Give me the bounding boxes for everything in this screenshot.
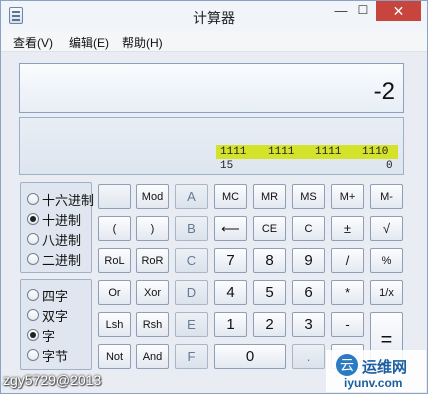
- digit-7-key[interactable]: 7: [214, 248, 247, 273]
- ms-key[interactable]: MS: [292, 184, 325, 209]
- radio-label: 字: [42, 328, 56, 344]
- reciprocal-key[interactable]: 1/x: [370, 280, 403, 305]
- divide-key[interactable]: /: [331, 248, 364, 273]
- radio-byte[interactable]: 字节: [27, 347, 69, 364]
- menu-bar: 查看(V) 编辑(E) 帮助(H): [1, 31, 427, 52]
- title-bar: 计算器 — ☐ ✕: [1, 1, 427, 31]
- or-key[interactable]: Or: [98, 280, 131, 305]
- logo-url: iyunv.com: [344, 376, 403, 390]
- digit-9-key[interactable]: 9: [292, 248, 325, 273]
- m-minus-key[interactable]: M-: [370, 184, 403, 209]
- ror-key[interactable]: RoR: [136, 248, 169, 273]
- digit-5-key[interactable]: 5: [253, 280, 286, 305]
- digit-1-key[interactable]: 1: [214, 312, 247, 337]
- watermark-logo: 云 运维网 iyunv.com: [326, 350, 426, 392]
- sqrt-key[interactable]: √: [370, 216, 403, 241]
- backspace-key[interactable]: ⟵: [214, 216, 247, 241]
- hex-d-key[interactable]: D: [175, 280, 208, 305]
- percent-key[interactable]: %: [370, 248, 403, 273]
- radio-label: 十六进制: [42, 192, 95, 208]
- number-base-group: 十六进制 十进制 八进制 二进制: [20, 182, 95, 273]
- radio-dword[interactable]: 双字: [27, 307, 69, 324]
- hex-e-key[interactable]: E: [175, 312, 208, 337]
- radio-circle-icon: [27, 309, 39, 321]
- m-plus-key[interactable]: M+: [331, 184, 364, 209]
- result-display: -2: [19, 63, 404, 113]
- left-paren-key[interactable]: (: [98, 216, 131, 241]
- blank-key: [98, 184, 131, 209]
- binary-group: 1111: [268, 146, 295, 158]
- radio-label: 四字: [42, 288, 69, 304]
- menu-edit[interactable]: 编辑(E): [69, 34, 109, 51]
- xor-key[interactable]: Xor: [136, 280, 169, 305]
- radio-label: 八进制: [42, 232, 82, 248]
- rol-key[interactable]: RoL: [98, 248, 131, 273]
- close-button[interactable]: ✕: [376, 1, 421, 21]
- subtract-key[interactable]: -: [331, 312, 364, 337]
- binary-bits-panel: 1111 1111 1111 1110 15 0: [19, 117, 404, 175]
- minimize-button[interactable]: —: [330, 1, 352, 21]
- radio-circle-icon: [27, 253, 39, 265]
- watermark-text: zgy5729@2013: [3, 372, 102, 388]
- maximize-button[interactable]: ☐: [352, 1, 374, 21]
- mc-key[interactable]: MC: [214, 184, 247, 209]
- calculator-window: 计算器 — ☐ ✕ 查看(V) 编辑(E) 帮助(H) -2 1111 1111…: [0, 0, 428, 394]
- radio-circle-icon: [27, 349, 39, 361]
- radio-qword[interactable]: 四字: [27, 287, 69, 304]
- radio-bin[interactable]: 二进制: [27, 251, 82, 268]
- radio-label: 二进制: [42, 252, 82, 268]
- and-key[interactable]: And: [136, 344, 169, 369]
- logo-name: 运维网: [362, 359, 408, 376]
- mr-key[interactable]: MR: [253, 184, 286, 209]
- radio-label: 字节: [42, 348, 69, 364]
- hex-b-key[interactable]: B: [175, 216, 208, 241]
- cloud-logo-icon: 云: [336, 354, 358, 376]
- digit-3-key[interactable]: 3: [292, 312, 325, 337]
- radio-selected-icon: [27, 329, 39, 341]
- digit-4-key[interactable]: 4: [214, 280, 247, 305]
- radio-dec[interactable]: 十进制: [27, 211, 82, 228]
- radio-circle-icon: [27, 233, 39, 245]
- menu-help[interactable]: 帮助(H): [122, 34, 163, 51]
- hex-c-key[interactable]: C: [175, 248, 208, 273]
- ce-key[interactable]: CE: [253, 216, 286, 241]
- radio-oct[interactable]: 八进制: [27, 231, 82, 248]
- hex-f-key[interactable]: F: [175, 344, 208, 369]
- digit-2-key[interactable]: 2: [253, 312, 286, 337]
- right-paren-key[interactable]: ): [136, 216, 169, 241]
- binary-index-left: 15: [220, 160, 234, 172]
- binary-group: 1111: [315, 146, 342, 158]
- hex-a-key[interactable]: A: [175, 184, 208, 209]
- radio-label: 双字: [42, 308, 69, 324]
- decimal-key[interactable]: .: [292, 344, 325, 369]
- radio-word[interactable]: 字: [27, 327, 56, 344]
- not-key[interactable]: Not: [98, 344, 131, 369]
- digit-6-key[interactable]: 6: [292, 280, 325, 305]
- display-value: -2: [373, 78, 395, 105]
- binary-index-right: 0: [386, 160, 393, 172]
- binary-group: 1111: [220, 146, 247, 158]
- binary-group: 1110: [362, 146, 389, 158]
- radio-hex[interactable]: 十六进制: [27, 191, 95, 208]
- clear-key[interactable]: C: [292, 216, 325, 241]
- digit-0-key[interactable]: 0: [214, 344, 286, 369]
- radio-circle-icon: [27, 193, 39, 205]
- word-size-group: 四字 双字 字 字节: [20, 279, 92, 370]
- digit-8-key[interactable]: 8: [253, 248, 286, 273]
- rsh-key[interactable]: Rsh: [136, 312, 169, 337]
- menu-view[interactable]: 查看(V): [13, 34, 53, 51]
- mod-key[interactable]: Mod: [136, 184, 169, 209]
- radio-selected-icon: [27, 213, 39, 225]
- radio-label: 十进制: [42, 212, 82, 228]
- multiply-key[interactable]: *: [331, 280, 364, 305]
- plus-minus-key[interactable]: ±: [331, 216, 364, 241]
- radio-circle-icon: [27, 289, 39, 301]
- lsh-key[interactable]: Lsh: [98, 312, 131, 337]
